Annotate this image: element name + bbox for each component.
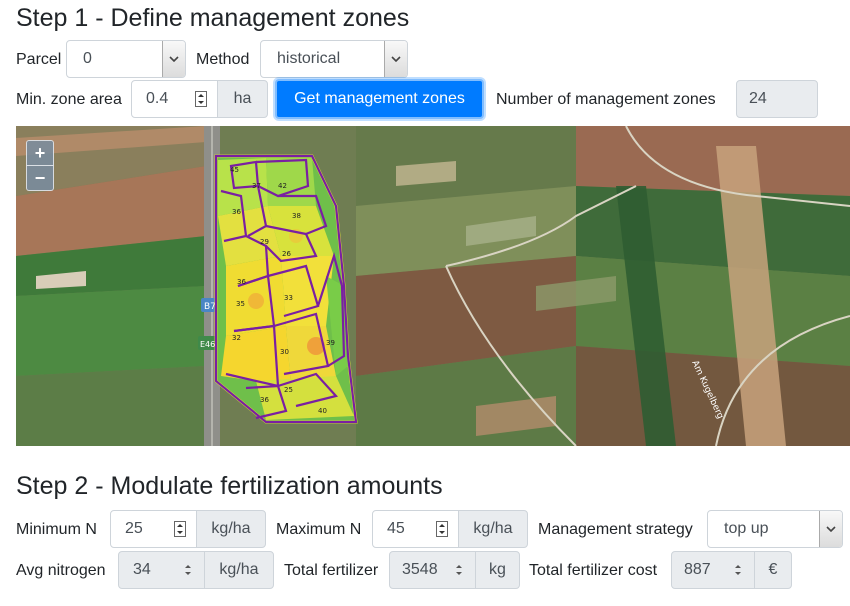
strategy-select-value: top up: [724, 520, 769, 537]
zone-label: 32: [232, 334, 241, 342]
road-label-e46: E46: [200, 340, 215, 349]
max-n-unit: kg/ha: [458, 510, 528, 548]
min-zone-area-input[interactable]: 0.4: [131, 80, 218, 118]
zone-label: 35: [236, 300, 245, 308]
method-label: Method: [196, 51, 250, 68]
num-zones-value: 24: [736, 80, 818, 118]
min-zone-area-unit: ha: [217, 80, 268, 118]
zone-label: 45: [230, 166, 239, 174]
zone-label: 36: [260, 396, 269, 404]
method-select[interactable]: historical: [260, 40, 408, 78]
min-n-input[interactable]: 25: [110, 510, 197, 548]
method-select-value: historical: [277, 50, 341, 67]
zone-label: 26: [282, 250, 291, 258]
strategy-label: Management strategy: [538, 521, 693, 538]
max-n-input[interactable]: 45: [372, 510, 459, 548]
total-fertilizer-unit: kg: [475, 551, 520, 589]
spinner-icon[interactable]: [436, 521, 448, 537]
min-n-unit: kg/ha: [196, 510, 266, 548]
min-zone-area-value: 0.4: [146, 90, 169, 107]
zone-label: 33: [284, 294, 293, 302]
total-fertilizer-value-box: 3548: [389, 551, 476, 589]
zone-label: 29: [260, 238, 269, 246]
chevron-down-icon[interactable]: [162, 41, 185, 77]
zone-label: 39: [326, 339, 335, 347]
spinner-icon: [735, 565, 741, 575]
zoom-in-button[interactable]: +: [26, 140, 54, 166]
max-n-value: 45: [387, 520, 405, 537]
zone-label: 38: [292, 212, 301, 220]
avg-nitrogen-value: 34: [133, 561, 151, 578]
total-cost-value: 887: [684, 561, 711, 578]
zone-label: 36: [232, 208, 241, 216]
road-label-b7: B7: [204, 302, 216, 312]
satellite-map[interactable]: B7 E46 Am Kugelberg 45 37 42 36 38 29 26…: [16, 126, 850, 446]
min-n-label: Minimum N: [16, 521, 97, 538]
spinner-icon[interactable]: [195, 91, 207, 107]
total-fertilizer-value: 3548: [402, 561, 438, 578]
zoom-out-button[interactable]: −: [26, 165, 54, 191]
zone-label: 42: [278, 182, 287, 190]
parcel-select[interactable]: 0: [66, 40, 186, 78]
max-n-label: Maximum N: [276, 521, 362, 538]
spinner-icon: [185, 565, 191, 575]
total-cost-value-box: 887: [671, 551, 755, 589]
step2-title: Step 2 - Modulate fertilization amounts: [16, 472, 443, 500]
chevron-down-icon[interactable]: [384, 41, 407, 77]
map-imagery[interactable]: B7 E46 Am Kugelberg 45 37 42 36 38 29 26…: [16, 126, 850, 446]
chevron-down-icon[interactable]: [819, 511, 842, 547]
avg-nitrogen-unit: kg/ha: [204, 551, 274, 589]
avg-nitrogen-label: Avg nitrogen: [16, 562, 106, 579]
parcel-label: Parcel: [16, 51, 62, 68]
zone-label: 37: [252, 182, 261, 190]
total-fertilizer-label: Total fertilizer: [284, 562, 379, 579]
total-cost-label: Total fertilizer cost: [529, 562, 658, 579]
spinner-icon: [456, 565, 462, 575]
total-cost-unit: €: [754, 551, 792, 589]
step1-title: Step 1 - Define management zones: [16, 4, 410, 32]
get-management-zones-button[interactable]: Get management zones: [275, 79, 484, 119]
zone-label: 36: [237, 278, 246, 286]
min-n-value: 25: [125, 520, 143, 537]
zone-label: 30: [280, 348, 289, 356]
zone-label: 25: [284, 386, 293, 394]
avg-nitrogen-value-box: 34: [118, 551, 205, 589]
spinner-icon[interactable]: [174, 521, 186, 537]
strategy-select[interactable]: top up: [707, 510, 843, 548]
min-zone-area-label: Min. zone area: [16, 91, 122, 108]
parcel-select-value: 0: [83, 50, 92, 67]
num-zones-label: Number of management zones: [496, 91, 716, 108]
zone-label: 40: [318, 407, 327, 415]
